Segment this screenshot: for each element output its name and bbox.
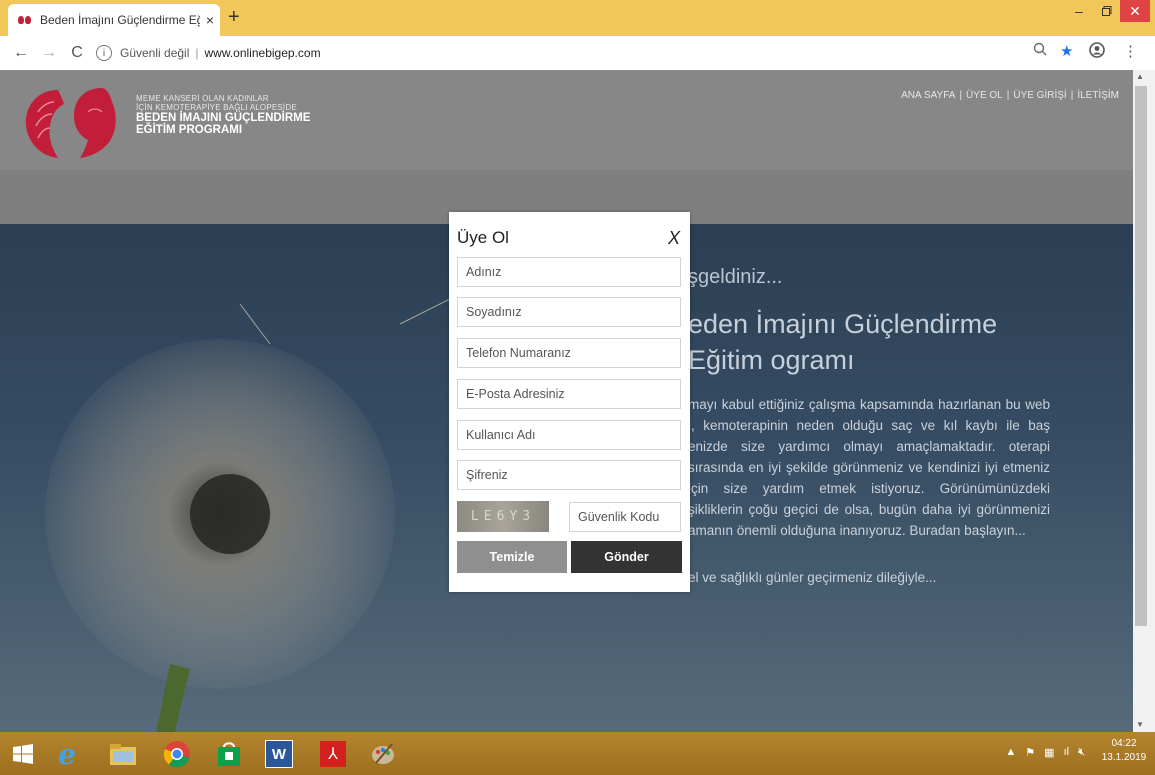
- security-status: Güvenli değil: [120, 46, 190, 60]
- menu-kebab-icon[interactable]: ⋮: [1123, 42, 1138, 60]
- hero-closing: el ve sağlıklı günler geçirmeniz dileğiy…: [688, 570, 937, 585]
- reload-icon[interactable]: C: [66, 42, 88, 64]
- site-logo-icon[interactable]: [18, 82, 130, 162]
- logo-line-4: EĞİTİM PROGRAMI: [136, 124, 243, 136]
- network-icon[interactable]: ▦: [1044, 746, 1054, 759]
- address-separator: |: [195, 46, 199, 60]
- volume-icon[interactable]: 🔇︎: [1078, 746, 1085, 759]
- browser-tab-strip: Beden İmajını Güçlendirme Eğitim × + – ✕: [0, 0, 1155, 36]
- nav-link-contact[interactable]: İLETİŞİM: [1077, 90, 1119, 101]
- password-field[interactable]: [457, 460, 681, 490]
- modal-close-icon[interactable]: X: [668, 228, 680, 249]
- address-bar[interactable]: i Güvenli değil | www.onlinebigep.com: [96, 40, 1096, 66]
- zoom-icon[interactable]: [1033, 42, 1047, 60]
- url-text: www.onlinebigep.com: [204, 46, 321, 60]
- system-tray: ▲ ⚑ ▦ ıl 🔇︎: [1005, 746, 1085, 759]
- site-logo-text: MEME KANSERİ OLAN KADINLAR İÇİN KEMOTERA…: [136, 94, 310, 136]
- chrome-icon[interactable]: [160, 737, 194, 771]
- welcome-text: şgeldiniz...: [688, 266, 783, 288]
- internet-explorer-icon[interactable]: e: [50, 737, 84, 771]
- top-navigation: ANA SAYFA | ÜYE OL | ÜYE GİRİŞİ | İLETİŞ…: [901, 90, 1119, 101]
- windows-start-icon[interactable]: [6, 737, 40, 771]
- tab-close-icon[interactable]: ×: [200, 12, 220, 28]
- scroll-down-icon[interactable]: ▼: [1136, 720, 1144, 729]
- forward-arrow-icon[interactable]: →: [38, 42, 60, 64]
- security-code-field[interactable]: [569, 502, 681, 532]
- scroll-up-icon[interactable]: ▲: [1136, 72, 1144, 81]
- bookmark-star-icon[interactable]: ★: [1060, 42, 1073, 60]
- nav-link-home[interactable]: ANA SAYFA: [901, 90, 955, 101]
- logo-line-2: İÇİN KEMOTERAPİYE BAĞLI ALOPESİDE: [136, 103, 297, 112]
- nav-link-register[interactable]: ÜYE OL: [966, 90, 1003, 101]
- captcha-image: LE6Y3: [457, 501, 549, 532]
- windows-taskbar: e W ⅄ ▲ ⚑ ▦ ıl 🔇︎: [0, 732, 1155, 775]
- nav-separator: |: [959, 90, 963, 101]
- new-tab-button[interactable]: +: [228, 6, 240, 29]
- word-icon[interactable]: W: [262, 737, 296, 771]
- acrobat-icon[interactable]: ⅄: [316, 737, 350, 771]
- surname-field[interactable]: [457, 297, 681, 327]
- logo-line-3: BEDEN İMAJINI GÜÇLENDİRME: [136, 112, 311, 124]
- nav-separator: |: [1006, 90, 1010, 101]
- store-icon[interactable]: [212, 737, 246, 771]
- name-field[interactable]: [457, 257, 681, 287]
- nav-separator: |: [1070, 90, 1074, 101]
- browser-tab[interactable]: Beden İmajını Güçlendirme Eğitim ×: [8, 4, 220, 36]
- window-minimize-icon[interactable]: –: [1064, 0, 1094, 22]
- site-favicon-icon: [18, 16, 34, 24]
- username-field[interactable]: [457, 420, 681, 450]
- nav-link-login[interactable]: ÜYE GİRİŞİ: [1013, 90, 1066, 101]
- clock-time: 04:22: [1111, 738, 1137, 749]
- window-restore-icon[interactable]: [1094, 0, 1120, 22]
- flag-icon[interactable]: ⚑: [1025, 746, 1035, 759]
- clear-button[interactable]: Temizle: [457, 541, 567, 573]
- email-field[interactable]: [457, 379, 681, 409]
- send-button[interactable]: Gönder: [571, 541, 682, 573]
- info-icon[interactable]: i: [96, 45, 112, 61]
- window-close-icon[interactable]: ✕: [1120, 0, 1150, 22]
- hero-heading: eden İmajını Güçlendirme Eğitim ogramı: [688, 309, 998, 375]
- paint-icon[interactable]: [366, 737, 400, 771]
- browser-toolbar: ← → C i Güvenli değil | www.onlinebigep.…: [0, 36, 1155, 71]
- profile-icon[interactable]: [1089, 42, 1105, 62]
- phone-field[interactable]: [457, 338, 681, 368]
- taskbar-clock[interactable]: 04:22 13.1.2019: [1095, 737, 1153, 765]
- clock-date: 13.1.2019: [1101, 752, 1147, 763]
- scrollbar-thumb[interactable]: [1135, 86, 1147, 626]
- tray-expand-icon[interactable]: ▲: [1005, 746, 1016, 759]
- file-explorer-icon[interactable]: [106, 737, 140, 771]
- register-modal: Üye Ol X LE6Y3 Temizle Gönder: [449, 212, 690, 592]
- tab-title: Beden İmajını Güçlendirme Eğitim: [40, 13, 200, 27]
- modal-title: Üye Ol: [457, 228, 509, 247]
- back-arrow-icon[interactable]: ←: [10, 42, 32, 64]
- signal-icon[interactable]: ıl: [1064, 746, 1070, 759]
- hero-paragraph: mayı kabul ettiğiniz çalışma kapsamında …: [688, 397, 1050, 538]
- logo-line-1: MEME KANSERİ OLAN KADINLAR: [136, 94, 269, 103]
- site-header: MEME KANSERİ OLAN KADINLAR İÇİN KEMOTERA…: [0, 70, 1133, 170]
